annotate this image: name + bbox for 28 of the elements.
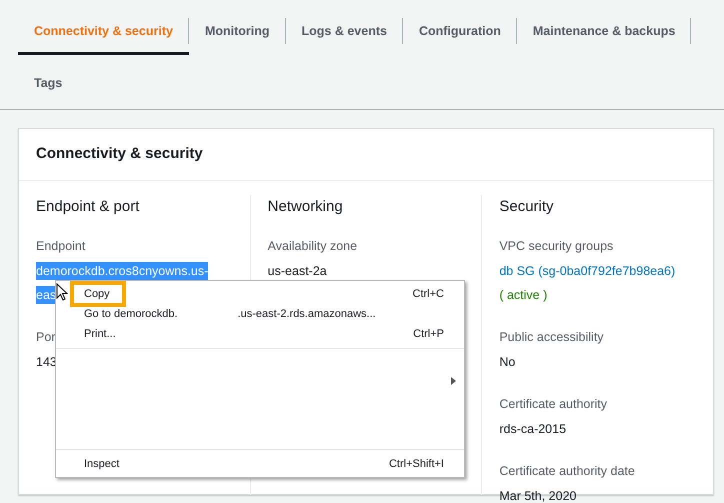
column-heading: Networking (268, 198, 343, 216)
panel-title: Connectivity & security (19, 129, 713, 181)
shortcut-text: Ctrl+P (413, 326, 444, 342)
menu-item[interactable]: Inspect (84, 454, 120, 474)
field-label: Certificate authority (499, 396, 608, 413)
field-label: Por (36, 329, 56, 346)
menu-item-detail: .us-east-2.rds.amazonaws... (238, 306, 376, 322)
field-label: Endpoint (36, 238, 86, 255)
menu-item[interactable]: Go to demorockdb. (84, 304, 178, 324)
tab[interactable]: Tags (18, 55, 78, 109)
field-label: Certificate authority date (499, 463, 635, 480)
selected-text: demorockdb.cros8cnyowns.us- (36, 262, 208, 280)
field-value: rds-ca-2015 (499, 422, 566, 436)
field-value: No (499, 355, 516, 369)
menu-item[interactable]: Print... (84, 324, 116, 344)
shortcut-text: Ctrl+C (412, 286, 444, 302)
status-text: ( active ) (499, 288, 548, 302)
field-label: VPC security groups (499, 238, 614, 255)
selected-text: eas (36, 286, 56, 304)
field-label: Availability zone (268, 238, 358, 255)
field-label: Public accessibility (499, 329, 604, 346)
field-value: Mar 5th, 2020 (499, 489, 576, 503)
field-value: us-east-2a (268, 264, 327, 278)
security-group-link[interactable]: db SG (sg-0ba0f792fe7b98ea6) (499, 264, 676, 278)
submenu-arrow-icon[interactable] (451, 376, 456, 385)
column-heading: Endpoint & port (36, 198, 140, 216)
column-heading: Security (499, 198, 554, 216)
shortcut-text: Ctrl+Shift+I (388, 456, 444, 472)
